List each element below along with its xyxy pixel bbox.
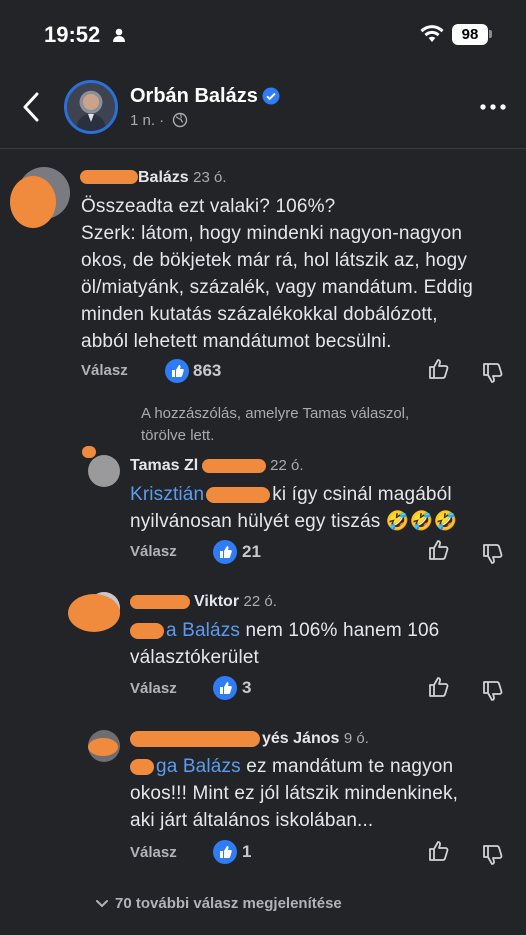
comment-author[interactable]: yés János 9 ó. bbox=[130, 730, 369, 748]
post-age: 1 n. · bbox=[130, 112, 165, 129]
mention-link[interactable]: a Balázs bbox=[166, 620, 240, 641]
dislike-icon[interactable] bbox=[482, 680, 504, 702]
scribble-redaction bbox=[10, 176, 56, 228]
scribble-redaction bbox=[82, 446, 96, 458]
back-icon[interactable] bbox=[22, 92, 40, 122]
like-icon[interactable] bbox=[428, 840, 450, 862]
like-count: 3 bbox=[242, 678, 252, 697]
status-time: 19:52 bbox=[44, 22, 101, 47]
like-reaction-icon bbox=[213, 540, 237, 564]
deleted-notice: A hozzászólás, amelyre Tamas válaszol, t… bbox=[141, 405, 410, 444]
header-divider bbox=[0, 148, 526, 149]
reply-text: a Balázs nem 106% hanem 106 választókerü… bbox=[130, 620, 440, 668]
reply-button[interactable]: Válasz bbox=[130, 543, 177, 560]
comment-author[interactable]: Viktor 22 ó. bbox=[130, 593, 277, 611]
battery-tip bbox=[489, 30, 492, 38]
reply-button[interactable]: Válasz bbox=[130, 680, 177, 697]
battery-indicator: 98 bbox=[452, 24, 488, 45]
globe-icon bbox=[172, 112, 188, 128]
reply-text: ga Balázs ez mandátum te nagyon okos!!! … bbox=[130, 756, 459, 831]
scribble-redaction bbox=[68, 594, 120, 632]
verified-icon bbox=[262, 87, 280, 105]
wifi-icon bbox=[420, 25, 444, 42]
more-icon[interactable] bbox=[480, 104, 506, 110]
mention-link[interactable]: ga Balázs bbox=[156, 756, 241, 777]
page-name[interactable]: Orbán Balázs bbox=[130, 85, 258, 108]
comment-text: Összeadta ezt valaki? 106%? Szerk: látom… bbox=[81, 196, 473, 352]
like-count: 1 bbox=[242, 842, 252, 861]
like-count: 21 bbox=[242, 542, 261, 561]
like-icon[interactable] bbox=[428, 676, 450, 698]
dislike-icon[interactable] bbox=[482, 844, 504, 866]
like-count: 863 bbox=[193, 361, 222, 380]
mention-link[interactable]: Krisztián bbox=[130, 484, 204, 505]
reply-text: Krisztián ki így csinál magából nyilvános… bbox=[130, 484, 458, 532]
chevron-down-icon bbox=[96, 900, 108, 908]
like-reaction-icon bbox=[213, 676, 237, 700]
person-icon bbox=[113, 28, 125, 42]
scribble-redaction bbox=[88, 738, 118, 756]
avatar[interactable] bbox=[88, 455, 120, 487]
comment-author[interactable]: Tamas Zl 22 ó. bbox=[130, 457, 304, 475]
page-avatar[interactable] bbox=[64, 80, 118, 134]
comment-author[interactable]: Balázs 23 ó. bbox=[138, 169, 227, 187]
reply-button[interactable]: Válasz bbox=[81, 362, 128, 379]
like-icon[interactable] bbox=[428, 358, 450, 380]
reply-button[interactable]: Válasz bbox=[130, 844, 177, 861]
like-icon[interactable] bbox=[428, 539, 450, 561]
scribble-redaction bbox=[80, 170, 138, 184]
dislike-icon[interactable] bbox=[482, 543, 504, 565]
like-reaction-icon bbox=[165, 359, 189, 383]
show-more-replies[interactable]: 70 további válasz megjelenítése bbox=[95, 895, 342, 912]
like-reaction-icon bbox=[213, 840, 237, 864]
dislike-icon[interactable] bbox=[482, 362, 504, 384]
